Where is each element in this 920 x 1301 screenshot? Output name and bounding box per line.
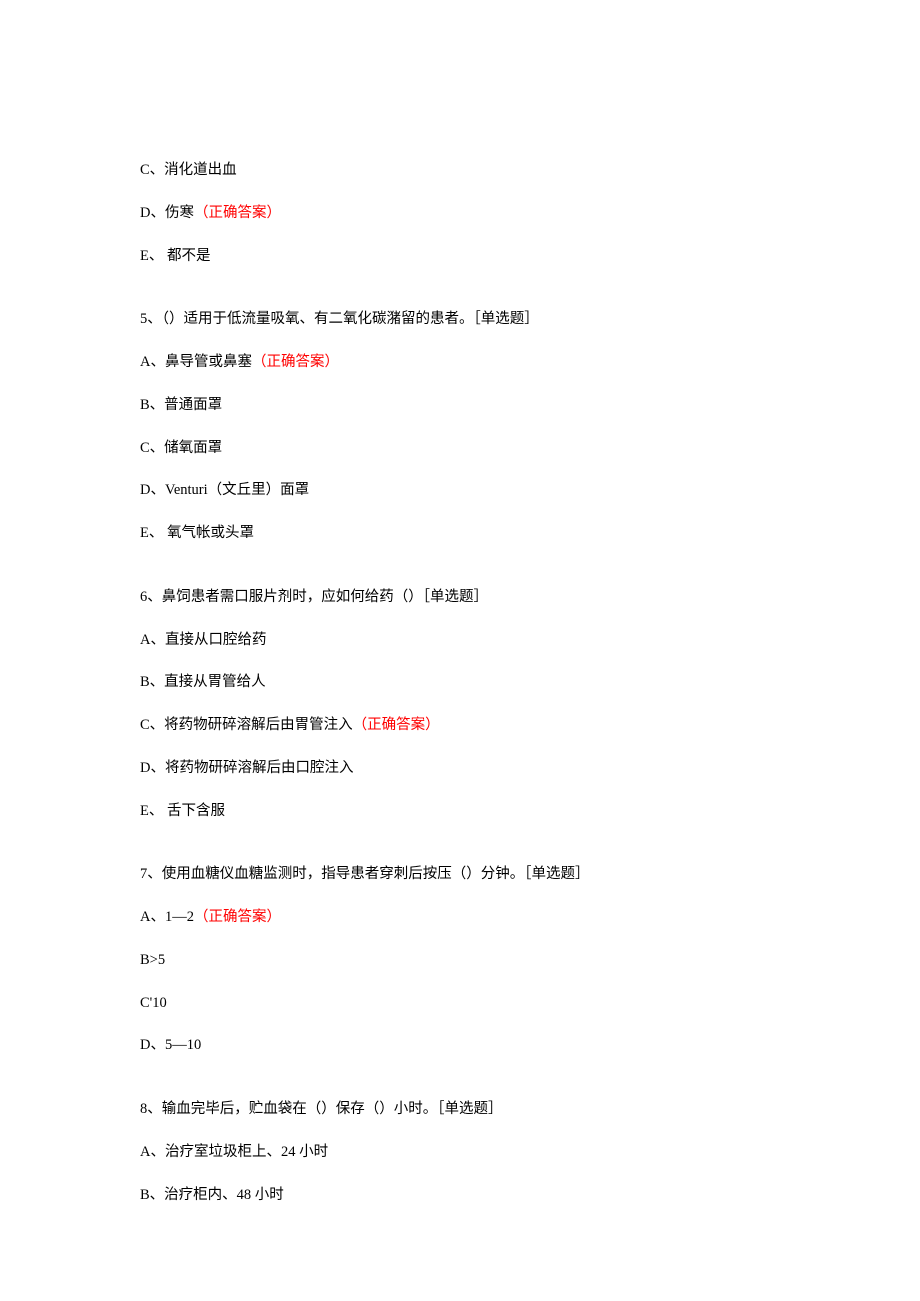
q6-option-c: C、将药物研碎溶解后由胃管注入（正确答案）	[140, 715, 780, 737]
q5-option-c: C、储氧面罩	[140, 438, 780, 460]
q6-stem: 6、鼻饲患者需口服片剂时，应如何给药（）［单选题］	[140, 587, 780, 609]
q6-option-b: B、直接从胃管给人	[140, 672, 780, 694]
q4-option-d-text: D、伤寒	[140, 205, 194, 221]
correct-answer-marker: （正确答案）	[194, 205, 281, 221]
question-8: 8、输血完毕后，贮血袋在（）保存（）小时。［单选题］ A、治疗室垃圾柜上、24 …	[140, 1099, 780, 1206]
question-5: 5、（）适用于低流量吸氧、有二氧化碳潴留的患者。［单选题］ A、鼻导管或鼻塞（正…	[140, 309, 780, 545]
q6-option-a: A、直接从口腔给药	[140, 630, 780, 652]
q5-option-e: E、 氧气帐或头罩	[140, 523, 780, 545]
question-6: 6、鼻饲患者需口服片剂时，应如何给药（）［单选题］ A、直接从口腔给药 B、直接…	[140, 587, 780, 823]
correct-answer-marker: （正确答案）	[353, 717, 440, 733]
q4-option-d: D、伤寒（正确答案）	[140, 203, 780, 225]
q5-option-b: B、普通面罩	[140, 395, 780, 417]
q4-option-c: C、消化道出血	[140, 160, 780, 182]
correct-answer-marker: （正确答案）	[194, 909, 281, 925]
q5-stem: 5、（）适用于低流量吸氧、有二氧化碳潴留的患者。［单选题］	[140, 309, 780, 331]
q7-option-d: D、5—10	[140, 1035, 780, 1057]
q6-option-e: E、 舌下含服	[140, 801, 780, 823]
q7-stem: 7、使用血糖仪血糖监测时，指导患者穿刺后按压（）分钟。［单选题］	[140, 864, 780, 886]
q7-option-a-text: A、1—2	[140, 909, 194, 925]
q5-option-a-text: A、鼻导管或鼻塞	[140, 354, 252, 370]
q4-option-e: E、 都不是	[140, 246, 780, 268]
q6-option-c-text: C、将药物研碎溶解后由胃管注入	[140, 717, 353, 733]
q8-option-b: B、治疗柜内、48 小时	[140, 1185, 780, 1207]
question-7: 7、使用血糖仪血糖监测时，指导患者穿刺后按压（）分钟。［单选题］ A、1—2（正…	[140, 864, 780, 1057]
q7-option-b: B>5	[140, 950, 780, 972]
question-4-tail: C、消化道出血 D、伤寒（正确答案） E、 都不是	[140, 160, 780, 267]
q6-option-d: D、将药物研碎溶解后由口腔注入	[140, 758, 780, 780]
correct-answer-marker: （正确答案）	[252, 354, 339, 370]
q5-option-a: A、鼻导管或鼻塞（正确答案）	[140, 352, 780, 374]
q5-option-d: D、Venturi（文丘里）面罩	[140, 480, 780, 502]
q8-stem: 8、输血完毕后，贮血袋在（）保存（）小时。［单选题］	[140, 1099, 780, 1121]
q8-option-a: A、治疗室垃圾柜上、24 小时	[140, 1142, 780, 1164]
q7-option-a: A、1—2（正确答案）	[140, 907, 780, 929]
q7-option-c: C'10	[140, 993, 780, 1015]
